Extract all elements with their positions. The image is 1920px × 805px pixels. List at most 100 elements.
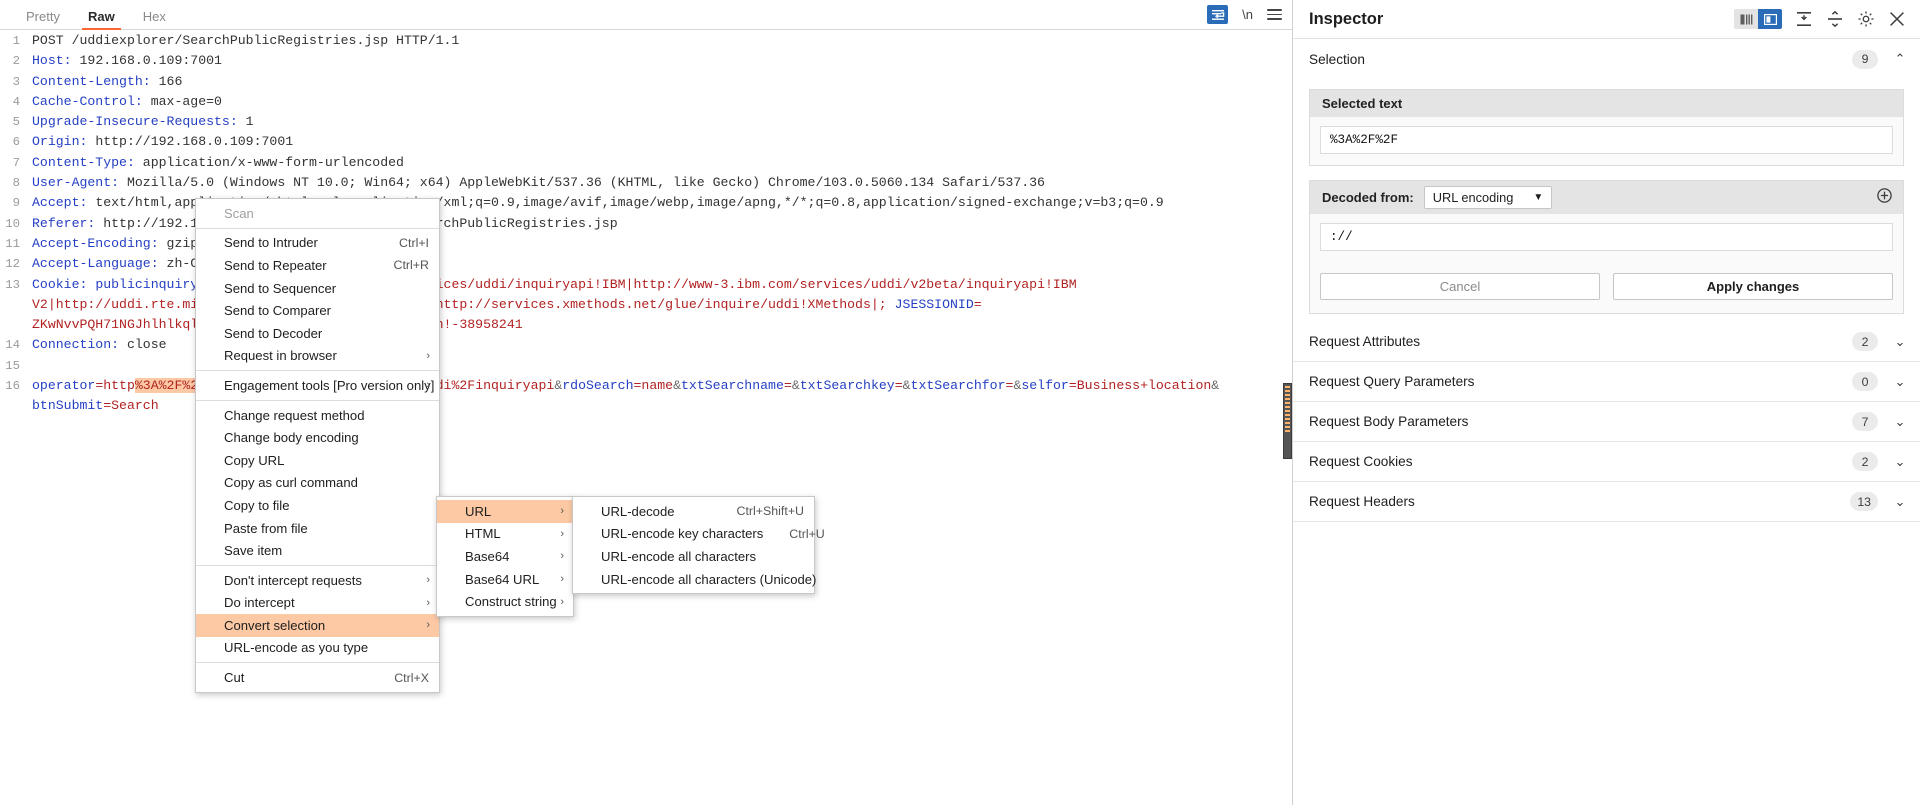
section-meta: 2 ⌄ [1852, 452, 1906, 471]
request-line: 6 Origin: http://192.168.0.109:7001 [0, 132, 1292, 152]
inspector-section-selection[interactable]: Selection 9 ⌃ [1293, 39, 1920, 79]
menu-item-paste-from-file[interactable]: Paste from file [196, 517, 439, 540]
close-icon[interactable] [1888, 10, 1906, 28]
gear-icon[interactable] [1857, 10, 1875, 28]
chevron-down-icon[interactable]: ⌄ [1894, 374, 1906, 390]
request-line: V2|http://uddi.rte.microsoft.com/inquire… [0, 295, 1292, 315]
request-line: 12Accept-Language: zh-CN,zh;q=0.9 [0, 254, 1292, 274]
menu-item-don-t-intercept-requests[interactable]: Don't intercept requests › [196, 569, 439, 592]
request-line: 9 Accept: text/html,application/xhtml+xml… [0, 193, 1292, 213]
menu-item-copy-url[interactable]: Copy URL [196, 449, 439, 472]
decoded-value-field[interactable]: :// [1320, 223, 1893, 251]
line-number [0, 295, 26, 315]
expand-all-icon[interactable] [1826, 10, 1844, 28]
convert-item-construct-string[interactable]: Construct string › [437, 590, 573, 613]
menu-item-send-to-comparer[interactable]: Send to Comparer [196, 299, 439, 322]
menu-item-url-encode-as-you-type[interactable]: URL-encode as you type [196, 637, 439, 660]
request-line: 15 [0, 356, 1292, 376]
chevron-down-icon[interactable]: ⌄ [1894, 334, 1906, 350]
menu-item-copy-as-curl-command[interactable]: Copy as curl command [196, 472, 439, 495]
inspector-section-request-headers[interactable]: Request Headers 13 ⌄ [1293, 482, 1920, 522]
menu-item-engagement-tools-pro-version-only[interactable]: Engagement tools [Pro version only] › [196, 374, 439, 397]
chevron-up-icon[interactable]: ⌃ [1894, 51, 1906, 67]
url-item-url-encode-all-characters-unicode[interactable]: URL-encode all characters (Unicode) [573, 568, 816, 591]
selection-action-buttons: Cancel Apply changes [1310, 262, 1903, 313]
chevron-down-icon[interactable]: ⌄ [1894, 454, 1906, 470]
inspector-section-request-cookies[interactable]: Request Cookies 2 ⌄ [1293, 442, 1920, 482]
code-token: POST /uddiexplorer/SearchPublicRegistrie… [32, 33, 460, 48]
line-content: User-Agent: Mozilla/5.0 (Windows NT 10.0… [26, 173, 1045, 193]
menu-item-label: Don't intercept requests [224, 572, 362, 588]
decoded-from-select[interactable]: URL encoding ▼ [1423, 186, 1553, 209]
menu-item-copy-to-file[interactable]: Copy to file [196, 494, 439, 517]
tab-raw[interactable]: Raw [74, 10, 129, 30]
chevron-right-icon: › [560, 573, 564, 586]
code-token: close [119, 337, 167, 353]
menu-item-convert-selection[interactable]: Convert selection › [196, 614, 439, 637]
code-token: Referer: [32, 215, 96, 231]
menu-item-label: Base64 URL [465, 571, 540, 587]
collapse-all-icon[interactable] [1795, 10, 1813, 28]
add-decoding-icon[interactable] [1876, 187, 1893, 209]
convert-item-html[interactable]: HTML › [437, 523, 573, 546]
inspector-section-request-body-parameters[interactable]: Request Body Parameters 7 ⌄ [1293, 402, 1920, 442]
menu-item-label: Request in browser [224, 348, 337, 364]
code-token: Connection: [32, 337, 120, 353]
tab-pretty[interactable]: Pretty [12, 10, 74, 29]
inspector-section-request-query-parameters[interactable]: Request Query Parameters 0 ⌄ [1293, 362, 1920, 402]
menu-item-label: Copy as curl command [224, 475, 358, 491]
menu-item-change-body-encoding[interactable]: Change body encoding [196, 426, 439, 449]
convert-item-url[interactable]: URL › [437, 500, 573, 523]
url-convert-submenu[interactable]: URL-decode Ctrl+Shift+U URL-encode key cha… [572, 496, 825, 595]
menu-item-label: URL-encode key characters [601, 526, 764, 542]
menu-item-label: Change request method [224, 407, 365, 423]
section-count-badge: 7 [1852, 412, 1878, 431]
convert-item-base64[interactable]: Base64 › [437, 545, 573, 568]
editor-menu-button[interactable] [1267, 9, 1282, 20]
menu-item-send-to-repeater[interactable]: Send to Repeater Ctrl+R [196, 254, 439, 277]
editor-toolbar: \n [1207, 5, 1282, 24]
decoded-from-header: Decoded from: URL encoding ▼ [1310, 181, 1903, 214]
menu-item-send-to-intruder[interactable]: Send to Intruder Ctrl+I [196, 232, 439, 255]
tab-hex[interactable]: Hex [129, 10, 180, 29]
menu-item-send-to-sequencer[interactable]: Send to Sequencer [196, 277, 439, 300]
line-number: 6 [12, 135, 20, 150]
url-item-url-encode-all-characters[interactable]: URL-encode all characters [573, 545, 814, 568]
menu-item-label: URL [465, 503, 492, 519]
request-line: 4 Cache-Control: max-age=0 [0, 92, 1292, 112]
request-line: 13 Cookie: publicinquiryurls=http://www-3… [0, 275, 1292, 295]
inspector-section-request-attributes[interactable]: Request Attributes 2 ⌄ [1293, 322, 1920, 362]
menu-item-cut[interactable]: Cut Ctrl+X [196, 666, 439, 689]
word-wrap-button[interactable] [1207, 5, 1229, 24]
apply-changes-button[interactable]: Apply changes [1613, 273, 1893, 300]
layout-single-icon[interactable] [1758, 9, 1782, 29]
menu-item-change-request-method[interactable]: Change request method [196, 404, 439, 427]
cancel-button[interactable]: Cancel [1320, 273, 1600, 300]
chevron-right-icon: › [426, 574, 430, 587]
chevron-down-icon[interactable]: ⌄ [1894, 414, 1906, 430]
editor-vertical-scrollbar[interactable] [1283, 383, 1292, 459]
menu-item-request-in-browser[interactable]: Request in browser › [196, 345, 439, 368]
tab-pretty-label: Pretty [26, 9, 60, 24]
url-item-url-decode[interactable]: URL-decode Ctrl+Shift+U [573, 500, 814, 523]
request-raw-text[interactable]: 1 POST /uddiexplorer/SearchPublicRegistri… [0, 31, 1292, 805]
line-content: Content-Length: 166 [26, 72, 182, 92]
convert-selection-submenu[interactable]: URL › HTML › Base64 › Base64 URL › Construct str… [436, 496, 574, 617]
selected-text-value[interactable]: %3A%2F%2F [1320, 126, 1893, 154]
url-item-url-encode-key-characters[interactable]: URL-encode key characters Ctrl+U [573, 523, 825, 546]
menu-item-label: Change body encoding [224, 430, 359, 446]
menu-item-label: Construct string [465, 594, 557, 610]
menu-item-send-to-decoder[interactable]: Send to Decoder [196, 322, 439, 345]
code-token: txtSearchfor [910, 378, 1006, 394]
menu-item-do-intercept[interactable]: Do intercept › [196, 592, 439, 615]
code-token: V2|http://uddi.rte.microsoft.com/inquire… [32, 296, 887, 312]
convert-item-base64-url[interactable]: Base64 URL › [437, 568, 573, 591]
context-menu[interactable]: Scan Send to Intruder Ctrl+I Send to Repeat… [195, 198, 440, 693]
show-newlines-button[interactable]: \n [1242, 7, 1253, 22]
decoded-from-label: Decoded from: [1322, 190, 1414, 205]
layout-split-icon[interactable] [1734, 9, 1758, 29]
chevron-down-icon[interactable]: ⌄ [1894, 494, 1906, 510]
menu-item-label: Copy URL [224, 452, 285, 468]
code-token: btnSubmit [32, 398, 104, 414]
menu-item-save-item[interactable]: Save item [196, 539, 439, 562]
